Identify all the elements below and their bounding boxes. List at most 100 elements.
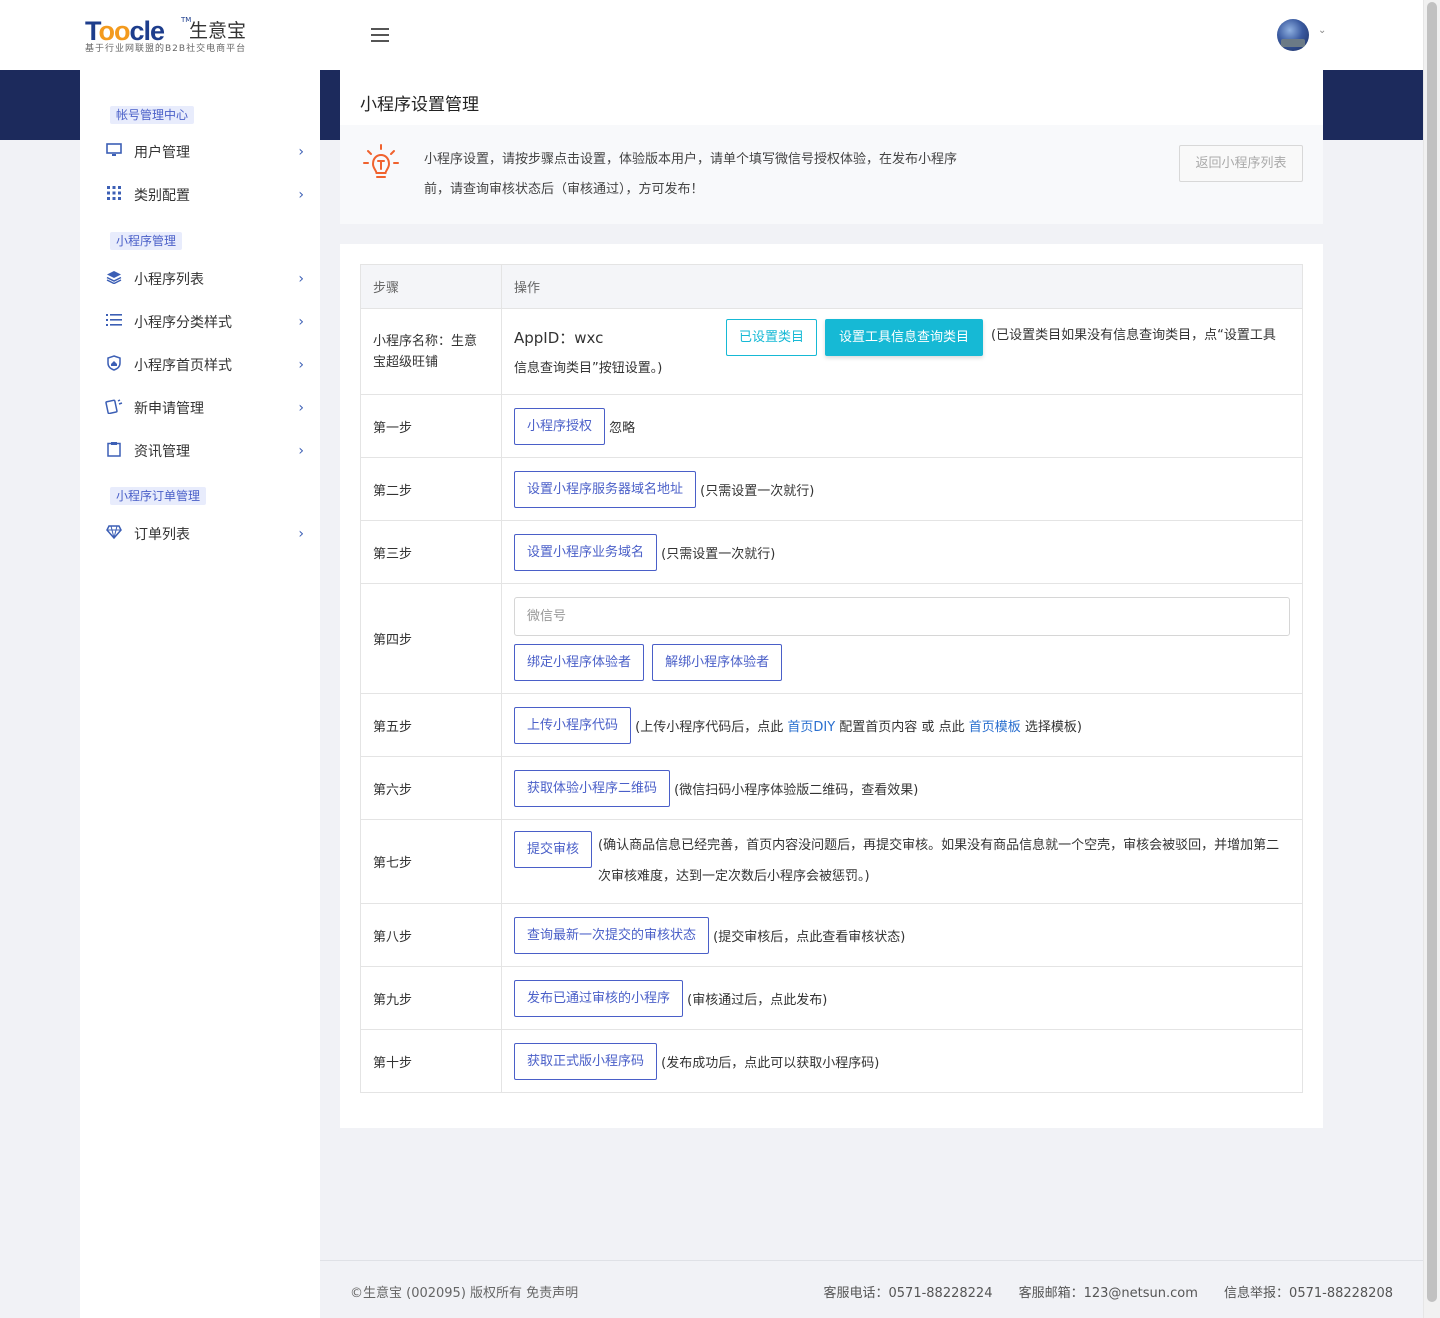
footer-report: 信息举报：0571-88228208 [1224,1286,1393,1301]
footer-copyright[interactable]: ©生意宝 (002095) 版权所有 免责声明 [350,1282,578,1301]
appid-text: AppID：wxc [514,329,604,347]
step-note: 配置首页内容 或 点此 [835,719,969,735]
table-row: 第四步 绑定小程序体验者 解绑小程序体验者 [360,583,1303,694]
step-label: 第二步 [360,457,502,521]
bind-tester-button[interactable]: 绑定小程序体验者 [514,643,645,681]
sidebar-item-label: 小程序分类样式 [134,315,232,331]
sidebar-item-miniprogram-list[interactable]: 小程序列表 › [104,264,304,294]
sidebar-item-label: 资讯管理 [134,444,190,460]
publish-button[interactable]: 发布已通过审核的小程序 [514,979,684,1017]
set-tool-category-button[interactable]: 设置工具信息查询类目 [825,319,984,356]
table-row: 第十步 获取正式版小程序码 (发布成功后，点此可以获取小程序码) [360,1029,1303,1093]
tip-box: 小程序设置，请按步骤点击设置，体验版本用户，请单个填写微信号授权体验，在发布小程… [340,125,1323,224]
step-label: 第六步 [360,756,502,820]
top-bar: Toocle TM 生意宝 基于行业网联盟的B2B社交电商平台 ⌄ [0,0,1423,70]
step-note: (只需设置一次就行) [661,546,776,562]
step-label: 第三步 [360,520,502,584]
footer-email[interactable]: 客服邮箱：123@netsun.com [1019,1286,1198,1301]
step-label: 第七步 [360,819,502,904]
sidebar-item-news[interactable]: 资讯管理 › [104,436,304,466]
lightbulb-icon [362,143,400,187]
table-row: 第一步 小程序授权 忽略 [360,394,1303,458]
footer: ©生意宝 (002095) 版权所有 免责声明 客服电话：0571-882282… [320,1260,1423,1318]
tip-line-2: 前，请查询审核状态后（审核通过），方可发布！ [424,182,704,197]
table-row-info: 小程序名称：生意宝超级旺铺 AppID：wxc 已设置类目 设置工具信息查询类目… [360,308,1303,395]
steps-panel: 步骤 操作 小程序名称：生意宝超级旺铺 AppID：wxc 已设置类目 设置工具… [340,244,1323,1128]
ignore-link[interactable]: 忽略 [609,421,635,436]
table-row: 第六步 获取体验小程序二维码 (微信扫码小程序体验版二维码，查看效果) [360,756,1303,820]
sidebar-item-orders[interactable]: 订单列表 › [104,519,304,549]
avatar[interactable] [1277,19,1309,51]
step-note: 选择模板) [1020,719,1082,735]
upload-code-button[interactable]: 上传小程序代码 [514,706,632,744]
get-official-qrcode-button[interactable]: 获取正式版小程序码 [514,1042,658,1080]
chevron-right-icon: › [298,526,304,542]
set-business-domain-button[interactable]: 设置小程序业务域名 [514,533,658,571]
step-note: (微信扫码小程序体验版二维码，查看效果) [674,782,919,798]
step-label: 第九步 [360,966,502,1030]
diamond-icon [104,525,124,543]
step-label: 第一步 [360,394,502,458]
chevron-right-icon: › [298,187,304,203]
get-trial-qrcode-button[interactable]: 获取体验小程序二维码 [514,769,671,807]
sidebar-item-label: 小程序首页样式 [134,358,232,374]
logo-slogan: 基于行业网联盟的B2B社交电商平台 [85,44,247,54]
sidebar-item-label: 用户管理 [134,145,190,161]
unbind-tester-button[interactable]: 解绑小程序体验者 [652,643,783,681]
settings-header-panel: 小程序设置管理 小程序设置，请按步骤点击设置，体验版本用户，请单个填写微信号授权… [340,70,1323,224]
tip-line-1: 小程序设置，请按步骤点击设置，体验版本用户，请单个填写微信号授权体验，在发布小程… [424,152,958,167]
sidebar-section-orders: 小程序订单管理 [110,487,207,505]
home-diy-link[interactable]: 首页DIY [787,720,835,735]
step-label: 第四步 [360,583,502,694]
table-row: 第三步 设置小程序业务域名 (只需设置一次就行) [360,520,1303,584]
home-template-link[interactable]: 首页模板 [969,720,1021,735]
layers-icon [104,270,124,288]
info-note-text: 信息查询类目”按钮设置。) [514,361,663,376]
sidebar-item-label: 订单列表 [134,527,190,543]
table-header-step: 步骤 [360,264,502,309]
page-scrollbar[interactable] [1423,0,1440,1318]
table-row: 第七步 提交审核 (确认商品信息已经完善，首页内容没问题后，再提交审核。如果没有商… [360,819,1303,904]
logo[interactable]: Toocle TM 生意宝 基于行业网联盟的B2B社交电商平台 [85,16,255,56]
page-title: 小程序设置管理 [360,95,479,115]
step-note: (上传小程序代码后，点此 [635,719,788,735]
sidebar-item-new-applications[interactable]: 新申请管理 › [104,393,304,423]
sidebar-item-category-style[interactable]: 小程序分类样式 › [104,307,304,337]
shield-home-icon [104,355,124,375]
sidebar-item-home-style[interactable]: 小程序首页样式 › [104,350,304,380]
sidebar: 帐号管理中心 用户管理 › 类别配置 › 小程序管理 小程序列表 › 小程序分类… [80,70,320,1318]
clipboard-icon [104,441,124,461]
set-category-button[interactable]: 已设置类目 [726,319,818,356]
grid-icon [104,186,124,204]
step-note: (确认商品信息已经完善，首页内容没问题后，再提交审核。如果没有商品信息就一个空壳… [598,838,1280,884]
step-note: (发布成功后，点此可以获取小程序码) [661,1055,880,1071]
step-label: 第十步 [360,1029,502,1093]
footer-phone: 客服电话：0571-88228224 [823,1286,993,1301]
menu-toggle-icon[interactable] [371,28,389,42]
chevron-down-icon[interactable]: ⌄ [1318,25,1326,36]
sidebar-item-category-config[interactable]: 类别配置 › [104,180,304,210]
sidebar-item-label: 小程序列表 [134,272,204,288]
chevron-right-icon: › [298,314,304,330]
sidebar-item-users[interactable]: 用户管理 › [104,137,304,167]
set-server-domain-button[interactable]: 设置小程序服务器域名地址 [514,470,697,508]
sidebar-section-miniprogram: 小程序管理 [110,232,183,250]
query-review-status-button[interactable]: 查询最新一次提交的审核状态 [514,916,710,954]
step-label: 第五步 [360,693,502,757]
sidebar-section-account: 帐号管理中心 [110,106,195,124]
table-row: 第五步 上传小程序代码 (上传小程序代码后，点此 首页DIY 配置首页内容 或 … [360,693,1303,757]
chevron-right-icon: › [298,443,304,459]
scrollbar-thumb[interactable] [1427,2,1437,1302]
authorize-button[interactable]: 小程序授权 [514,407,606,445]
miniprogram-name: 小程序名称：生意宝超级旺铺 [360,308,502,395]
submit-review-button[interactable]: 提交审核 [514,831,593,868]
back-to-list-button[interactable]: 返回小程序列表 [1179,145,1303,182]
chevron-right-icon: › [298,400,304,416]
tip-text: 小程序设置，请按步骤点击设置，体验版本用户，请单个填写微信号授权体验，在发布小程… [424,145,984,205]
list-icon [104,313,124,331]
step-label: 第八步 [360,903,502,967]
cards-icon [104,398,124,418]
table-header-operation: 操作 [501,264,1303,309]
wechat-id-input[interactable] [514,596,1290,636]
step-note: (审核通过后，点此发布) [687,992,828,1008]
